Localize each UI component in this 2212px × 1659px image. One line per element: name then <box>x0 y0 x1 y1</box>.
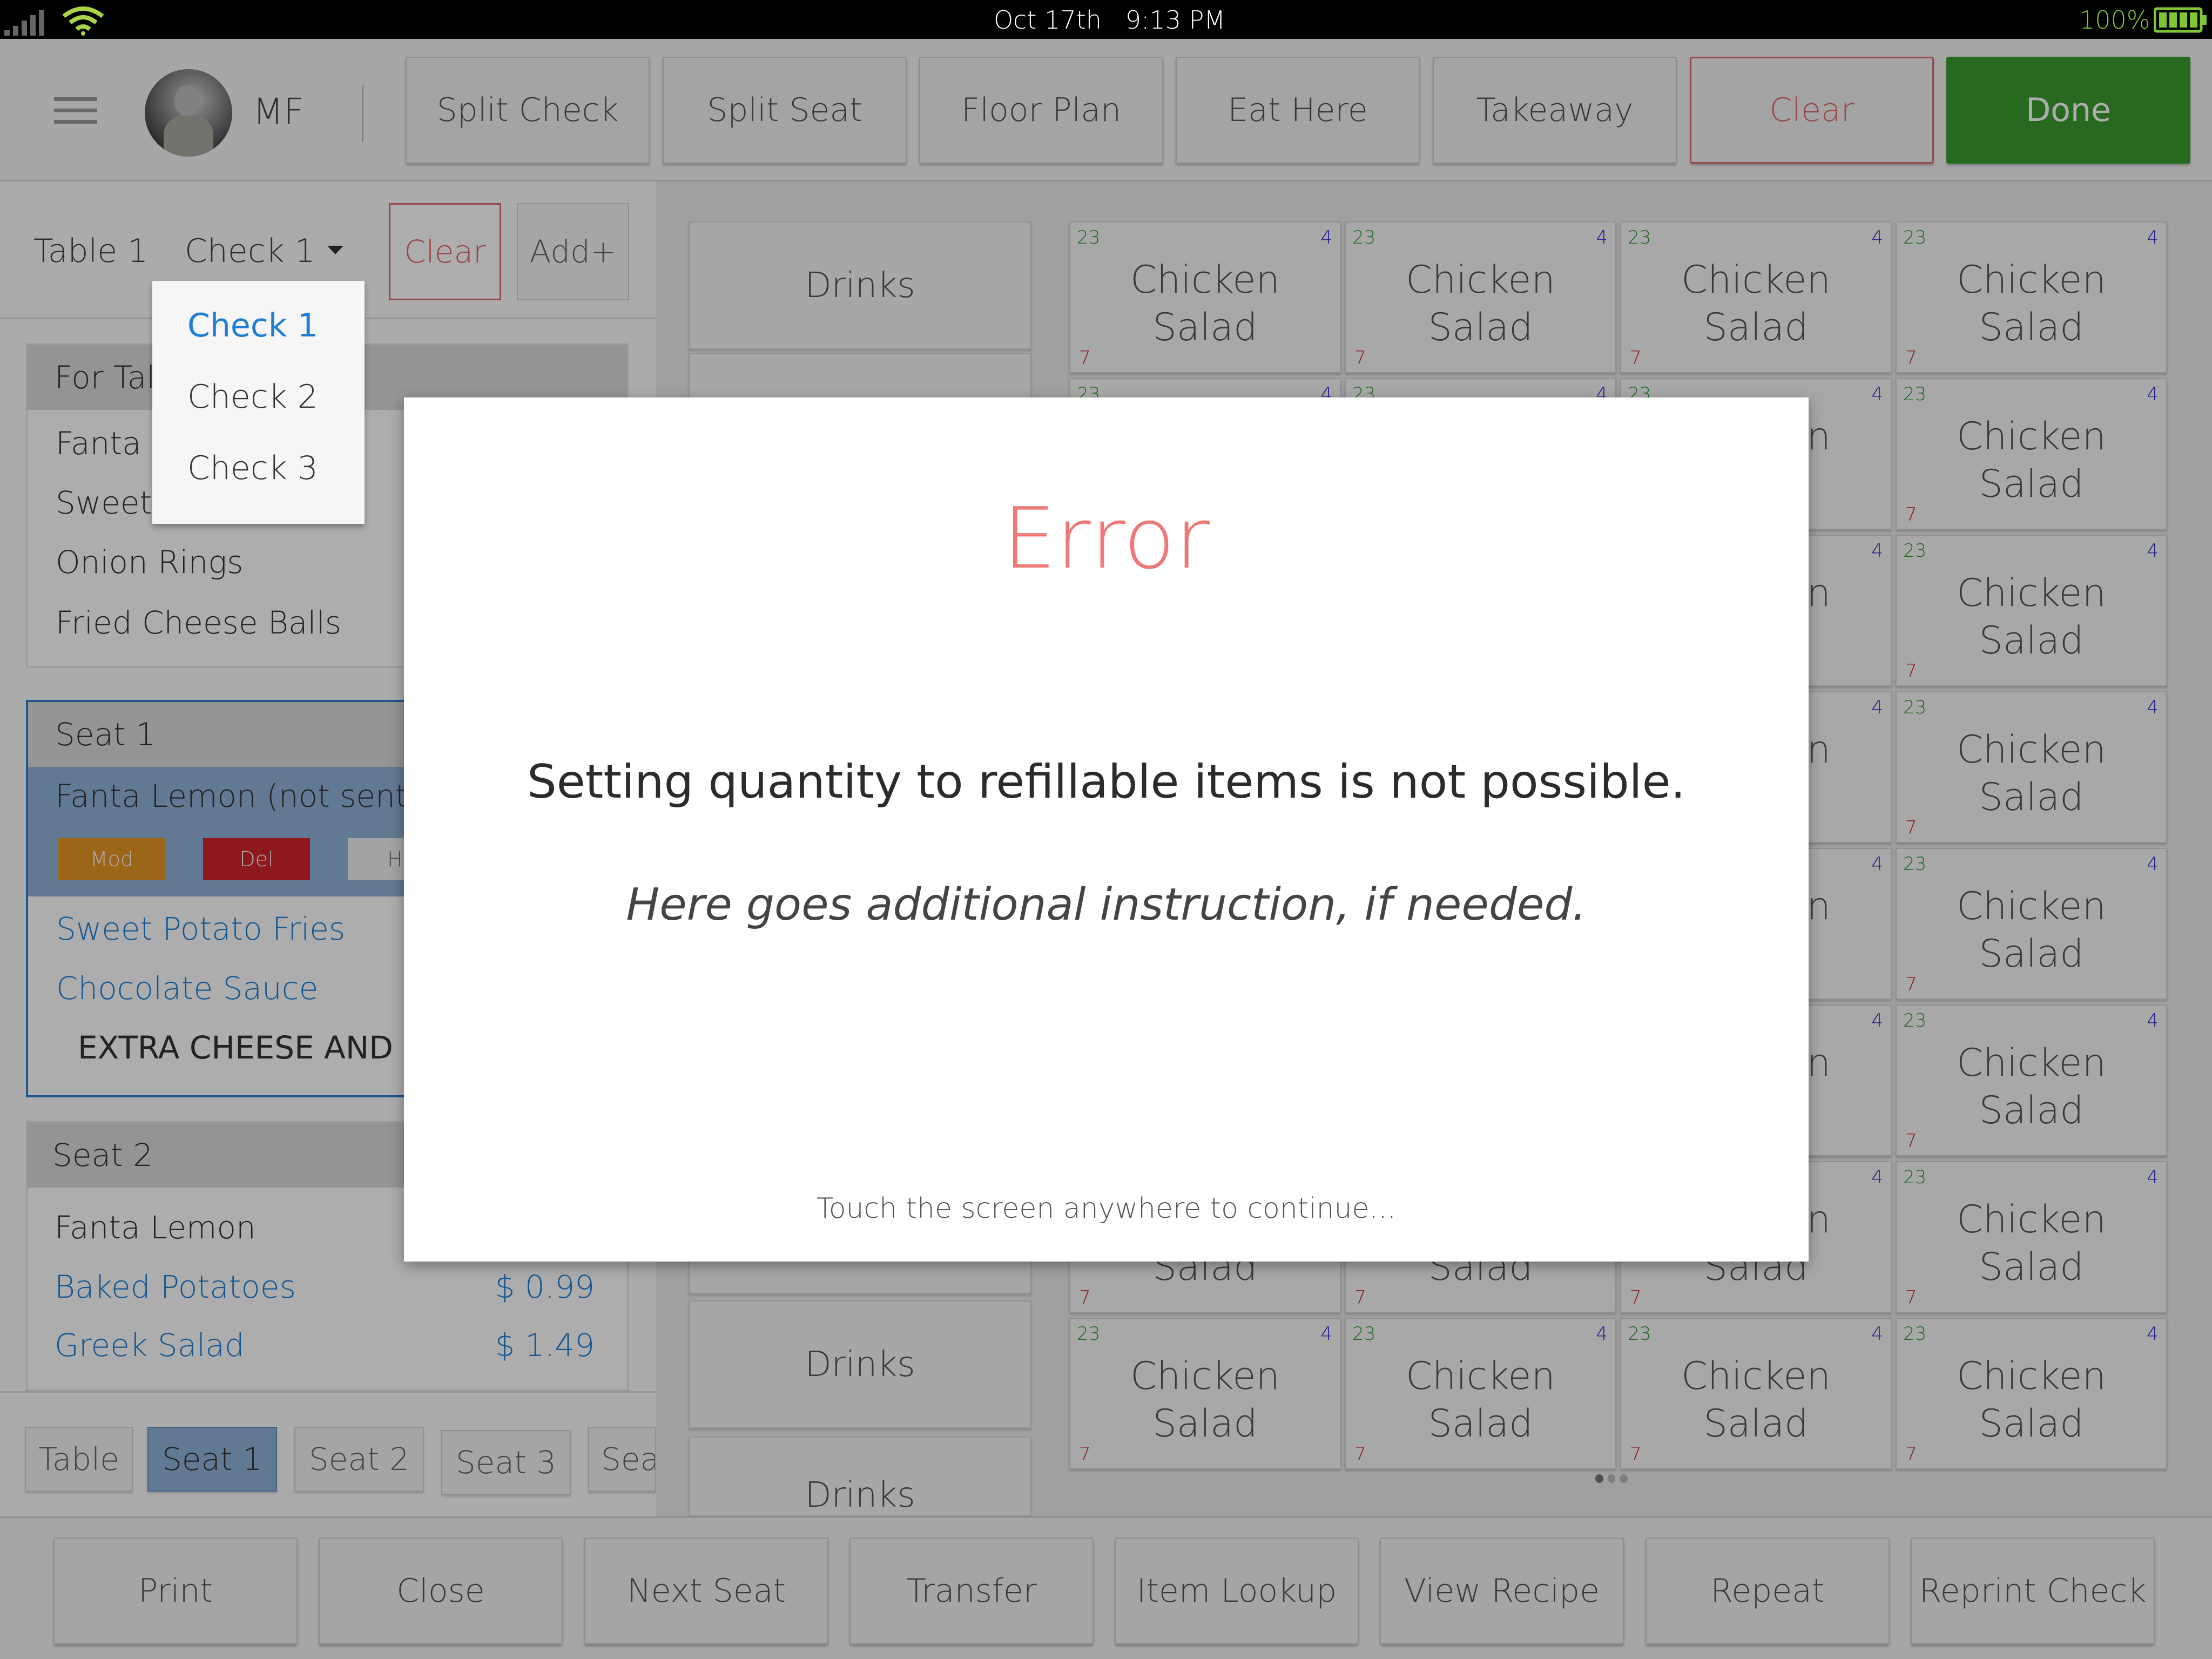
error-dialog[interactable]: Error Setting quantity to refillable ite… <box>404 397 1809 1262</box>
error-instruction: Here goes additional instruction, if nee… <box>626 879 1587 930</box>
continue-hint: Touch the screen anywhere to continue... <box>816 1192 1397 1225</box>
dropdown-item-check-3[interactable]: Check 3 <box>187 449 318 487</box>
status-datetime: Oct 17th 9:13 PM <box>994 5 1225 35</box>
signal-icon <box>4 10 44 36</box>
status-time: 9:13 PM <box>1125 5 1226 35</box>
check-dropdown-menu: Check 1 Check 2 Check 3 <box>152 281 365 524</box>
dropdown-item-check-1[interactable]: Check 1 <box>187 307 318 345</box>
status-bar: Oct 17th 9:13 PM 100% <box>0 0 2212 39</box>
wifi-icon <box>62 6 104 36</box>
dropdown-item-check-2[interactable]: Check 2 <box>187 378 318 416</box>
error-message: Setting quantity to refillable items is … <box>527 755 1685 809</box>
error-title: Error <box>1003 489 1210 588</box>
status-date: Oct 17th <box>994 5 1102 35</box>
battery-percent: 100% <box>2079 5 2150 35</box>
battery-icon <box>2154 7 2207 33</box>
